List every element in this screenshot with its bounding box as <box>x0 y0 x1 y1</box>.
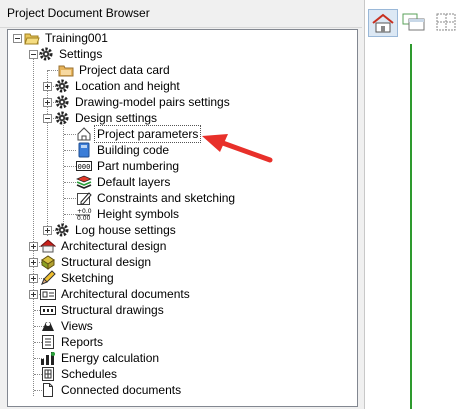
views-icon <box>40 318 56 334</box>
tree-item-label: Default layers <box>97 175 171 189</box>
tree-item-label: Settings <box>59 47 103 61</box>
root-collapse-toggle[interactable] <box>13 34 22 43</box>
structural-sheet-icon <box>40 302 56 318</box>
home-view-button[interactable] <box>368 9 398 37</box>
panel-title: Project Document Browser <box>0 0 362 28</box>
log-house-expand-toggle[interactable] <box>43 226 52 235</box>
svg-text:+0.00: +0.00 <box>77 208 92 215</box>
tree-item-label: Project parameters <box>93 125 202 143</box>
gear-icon <box>38 46 54 62</box>
architectural-design-expand-toggle[interactable] <box>29 242 38 251</box>
tree-item-label: Sketching <box>61 271 114 285</box>
gear-icon <box>54 222 70 238</box>
layers-icon <box>76 174 92 190</box>
height-symbol-icon: +0.000.00 <box>76 206 92 222</box>
tree-item-label: Energy calculation <box>61 351 160 365</box>
tree-item-label: Project data card <box>79 63 170 77</box>
gear-icon <box>54 110 70 126</box>
window-tile-icon <box>402 13 425 31</box>
tree-item-label: Connected documents <box>61 383 182 397</box>
design-settings-collapse-toggle[interactable] <box>43 114 52 123</box>
tree-item-label: Constraints and sketching <box>97 191 236 205</box>
structure-block-icon <box>40 254 56 270</box>
tree-item-label: Height symbols <box>97 207 180 221</box>
grid-view-button[interactable] <box>432 9 462 37</box>
tree-item-label: Structural design <box>61 255 152 269</box>
gear-icon <box>54 94 70 110</box>
tree-item-label: Schedules <box>61 367 118 381</box>
schedule-icon <box>40 366 56 382</box>
folder-card-icon <box>58 62 74 78</box>
drawing-model-expand-toggle[interactable] <box>43 98 52 107</box>
grid-icon <box>436 13 456 31</box>
tree-item-label: Drawing-model pairs settings <box>75 95 230 109</box>
blank-document-icon <box>40 382 56 398</box>
sketching-expand-toggle[interactable] <box>29 274 38 283</box>
project-document-browser-panel: Project Document Browser Training001 Set… <box>0 0 362 409</box>
tree-item-label: Architectural design <box>61 239 167 253</box>
drawing-sheet-icon <box>40 286 56 302</box>
book-icon <box>76 142 92 158</box>
gear-icon <box>54 78 70 94</box>
svg-text:0.00: 0.00 <box>77 215 91 222</box>
tree-item-label: Location and height <box>75 79 180 93</box>
tree-item-label: Design settings <box>75 111 158 125</box>
view-area <box>364 0 469 409</box>
architectural-documents-expand-toggle[interactable] <box>29 290 38 299</box>
house-icon <box>372 13 394 33</box>
view-toolbar <box>368 9 464 37</box>
tree-item-label: Architectural documents <box>61 287 190 301</box>
pencil-icon <box>40 270 56 286</box>
tree-item-label: Log house settings <box>75 223 176 237</box>
numbering-icon: 000 <box>76 158 92 174</box>
location-expand-toggle[interactable] <box>43 82 52 91</box>
report-document-icon <box>40 334 56 350</box>
structural-design-expand-toggle[interactable] <box>29 258 38 267</box>
tree-item-label: Part numbering <box>97 159 180 173</box>
tree-item-label: Views <box>61 319 93 333</box>
house-outline-icon <box>76 126 92 142</box>
tree-item-label: Reports <box>61 335 104 349</box>
tree-item-label: Structural drawings <box>61 303 164 317</box>
tree-item-label: Training001 <box>45 31 108 45</box>
red-house-icon <box>40 238 56 254</box>
tile-view-button[interactable] <box>400 9 430 37</box>
energy-chart-icon <box>40 350 56 366</box>
document-tree[interactable]: Training001 Settings Project data card L… <box>7 29 358 407</box>
annotation-arrow-icon <box>202 134 273 163</box>
folder-open-icon <box>24 30 40 46</box>
pencil-sketch-icon <box>76 190 92 206</box>
view-guide-line <box>410 44 412 409</box>
settings-collapse-toggle[interactable] <box>29 50 38 59</box>
tree-item-label: Building code <box>97 143 170 157</box>
svg-text:000: 000 <box>78 163 91 171</box>
